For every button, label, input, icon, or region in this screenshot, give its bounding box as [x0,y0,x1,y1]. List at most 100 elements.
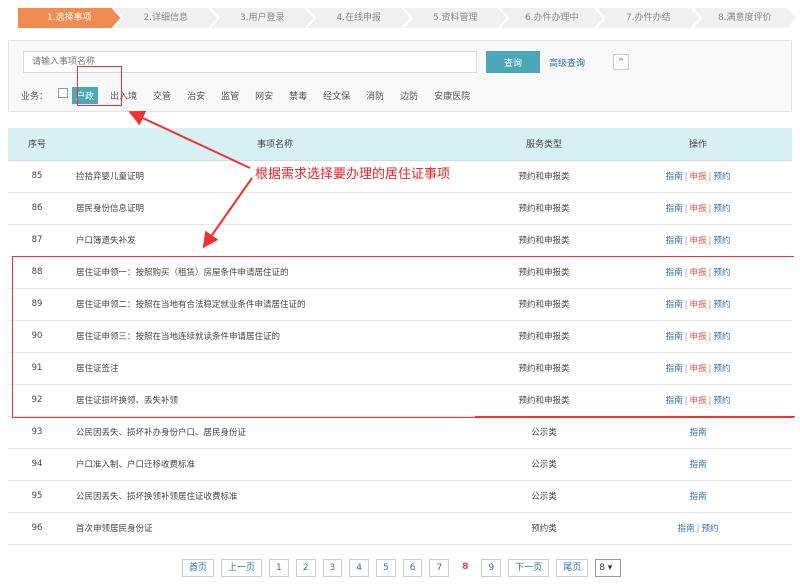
step-2: 2.详细信息 [115,8,218,28]
collapse-toggle-icon[interactable]: ^ [613,54,629,70]
page-number-button[interactable]: 7 [429,559,450,577]
advanced-search-link[interactable]: 高级查询 [549,56,585,69]
prev-page-button[interactable]: 上一页 [221,559,263,577]
op-link[interactable]: 预约 [713,364,730,374]
op-link[interactable]: 指南 [666,204,683,214]
ops-separator: | [708,204,712,214]
business-checkbox[interactable] [58,88,69,98]
op-link[interactable]: 指南 [666,172,683,182]
op-link[interactable]: 预约 [713,332,730,342]
page-number-button[interactable]: 2 [295,559,316,577]
row-number: 89 [8,288,66,321]
op-link[interactable]: 预约 [713,396,730,406]
row-type: 预约和申报类 [484,352,604,385]
page-number-button[interactable]: 9 [481,559,502,577]
row-type: 预约和申报类 [484,192,604,225]
item-table-container: 序号 事项名称 服务类型 操作 85 捡拾弃婴儿童证明 预约和申报类 指南 | 申报 | 预约… [8,128,792,545]
header-no: 序号 [8,128,66,161]
annotation-text: 根据需求选择要办理的居住证事项 [255,163,451,182]
op-link[interactable]: 申报 [689,204,706,214]
first-page-button[interactable]: 首页 [182,559,215,577]
op-link[interactable]: 指南 [678,524,695,534]
row-name: 首次申领居民身份证 [66,512,484,545]
ops-separator: | [708,396,712,406]
op-link[interactable]: 指南 [666,268,683,278]
row-number: 87 [8,224,66,257]
op-link[interactable]: 申报 [689,236,706,246]
search-input[interactable] [23,51,477,73]
next-page-button[interactable]: 下一页 [508,559,550,577]
business-filter-item[interactable]: 出入境 [110,89,137,102]
row-number: 88 [8,256,66,289]
table-row: 88 居住证申领一：按照购买（租赁）房屋条件申请居住证的 预约和申报类 指南 | 申报 | 预… [8,256,792,289]
ops-separator: | [684,364,688,374]
ops-separator: | [708,236,712,246]
op-link[interactable]: 指南 [689,492,706,502]
ops-separator: | [684,236,688,246]
op-link[interactable]: 指南 [666,332,683,342]
business-filter-item[interactable]: 消防 [366,89,384,102]
op-link[interactable]: 申报 [689,172,706,182]
op-link[interactable]: 指南 [689,460,706,470]
last-page-button[interactable]: 尾页 [556,559,589,577]
op-link[interactable]: 申报 [689,332,706,342]
business-filter-item[interactable]: 户政 [72,86,99,104]
op-link[interactable]: 预约 [701,524,718,534]
ops-separator: | [696,524,700,534]
table-row: 90 居住证申领三：按照在当地连续就读条件申请居住证的 预约和申报类 指南 | 申报 | 预约 [8,320,792,353]
op-link[interactable]: 申报 [689,364,706,374]
table-row: 86 居民身份信息证明 预约和申报类 指南 | 申报 | 预约 [8,192,792,225]
op-link[interactable]: 预约 [713,236,730,246]
row-ops: 指南 [604,448,792,481]
op-link[interactable]: 预约 [713,300,730,310]
business-filter-item[interactable]: 网安 [255,89,273,102]
op-link[interactable]: 申报 [689,396,706,406]
row-ops: 指南 | 申报 | 预约 [604,352,792,385]
business-filter-item[interactable]: 治安 [187,89,205,102]
page-number-button[interactable]: 4 [349,559,369,577]
page-number-button[interactable]: 1 [269,559,289,577]
step-6: 6.办件办理中 [501,8,604,28]
step-4: 4.在线申报 [308,8,411,28]
op-link[interactable]: 指南 [666,236,683,246]
op-link[interactable]: 申报 [689,268,706,278]
page-number-button[interactable]: 3 [322,559,343,577]
row-ops: 指南 | 申报 | 预约 [604,288,792,321]
row-ops: 指南 | 申报 | 预约 [604,384,792,417]
step-3: 3.用户登录 [211,8,314,28]
row-name: 户口准入制、户口迁移收费标准 [66,448,484,481]
op-link[interactable]: 预约 [713,204,730,214]
step-8: 8.满意度评价 [694,8,797,28]
op-link[interactable]: 指南 [689,428,706,438]
table-row: 87 户口簿遗失补发 预约和申报类 指南 | 申报 | 预约 [8,224,792,257]
row-number: 92 [8,384,66,417]
business-filter-item[interactable]: 边防 [400,89,418,102]
page-number-button[interactable]: 8 [456,559,475,577]
row-number: 95 [8,480,66,513]
op-link[interactable]: 指南 [666,364,683,374]
business-filter-item[interactable]: 交管 [153,89,171,102]
business-filter-item[interactable]: 经文保 [323,89,350,102]
row-number: 86 [8,192,66,225]
page-select[interactable]: 8 ▾ [595,559,622,577]
page-number-button[interactable]: 6 [402,559,423,577]
table-row: 94 户口准入制、户口迁移收费标准 公示类 指南 [8,448,792,481]
ops-separator: | [684,268,688,278]
business-filter-item[interactable]: 禁毒 [289,89,307,102]
op-link[interactable]: 预约 [713,268,730,278]
op-link[interactable]: 指南 [666,300,683,310]
op-link[interactable]: 预约 [713,172,730,182]
page-number-button[interactable]: 5 [375,559,396,577]
op-link[interactable]: 申报 [689,300,706,310]
table-row: 92 居住证损坏换领、丢失补领 预约和申报类 指南 | 申报 | 预约 [8,384,792,417]
business-filter-item[interactable]: 安康医院 [434,89,470,102]
row-type: 预约类 [484,512,604,545]
search-button[interactable]: 查询 [486,51,540,73]
op-link[interactable]: 指南 [666,396,683,406]
table-row: 89 居住证申领二：按照在当地有合法稳定就业条件申请居住证的 预约和申报类 指南 | 申报… [8,288,792,321]
ops-separator: | [708,364,712,374]
table-header-row: 序号 事项名称 服务类型 操作 [8,128,792,161]
business-filter-item[interactable]: 监管 [221,89,239,102]
ops-separator: | [684,300,688,310]
row-number: 91 [8,352,66,385]
